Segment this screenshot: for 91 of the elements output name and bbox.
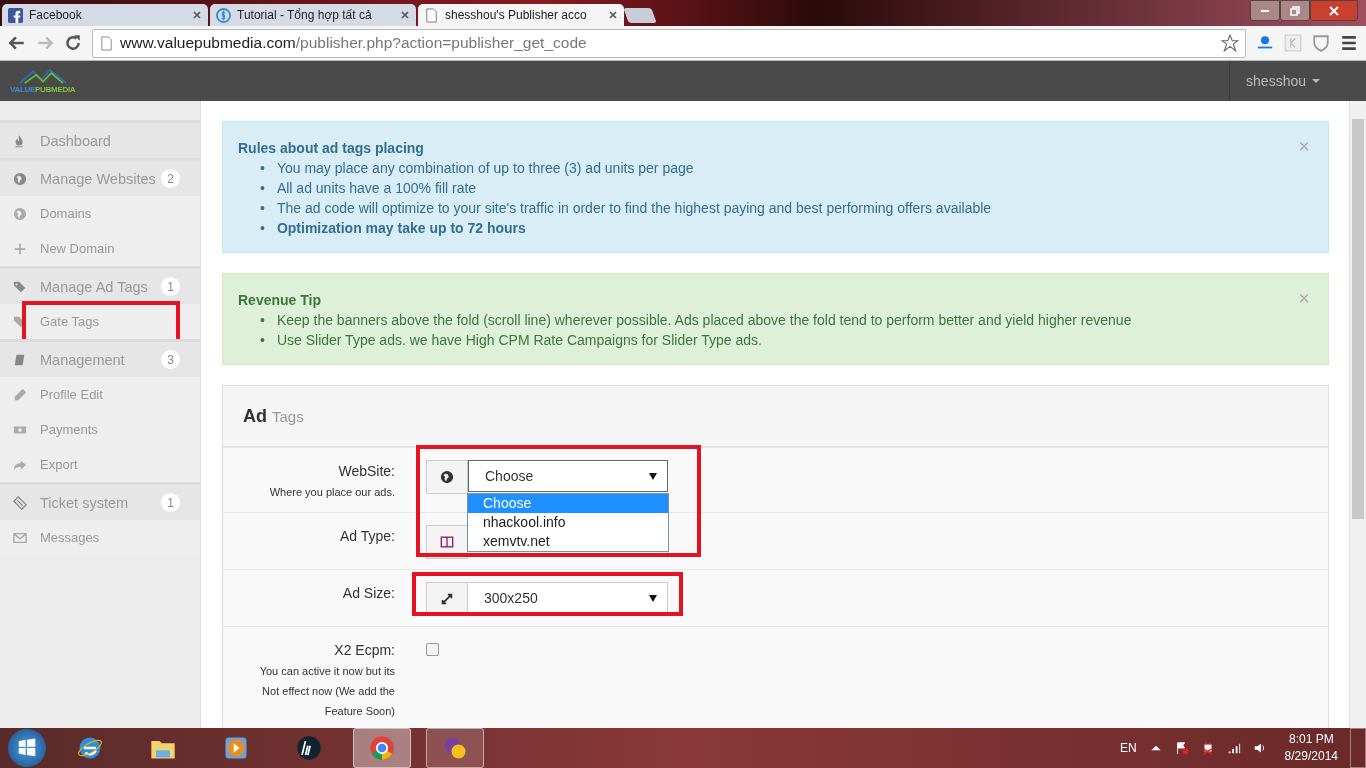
show-desktop-button[interactable]	[1350, 728, 1366, 768]
windows-logo-icon	[16, 737, 38, 759]
menu-icon[interactable]	[1340, 34, 1358, 52]
restore-button[interactable]	[1280, 0, 1310, 21]
minimize-icon	[1261, 9, 1269, 12]
checkbox[interactable]	[426, 643, 439, 656]
tab-title: Facebook	[29, 8, 83, 22]
alert-title: Rules about ad tags placing	[238, 139, 425, 158]
sidebar-item[interactable]: Dashboard	[0, 120, 200, 158]
close-button[interactable]: ×	[1298, 136, 1310, 156]
browser-tab[interactable]: shesshou's Publisher acco	[418, 4, 624, 26]
browser-tab[interactable]: Facebook	[2, 4, 208, 26]
field-label: WebSite:	[337, 462, 395, 481]
tab-title: shesshou's Publisher acco	[445, 8, 588, 22]
bullet: •	[260, 159, 265, 178]
language-indicator[interactable]: EN	[1119, 741, 1137, 755]
list-item: All ad units have a 100% fill rate	[276, 179, 477, 198]
close-icon	[1328, 4, 1340, 17]
star-icon[interactable]	[1221, 34, 1239, 52]
field-label: Ad Size:	[341, 584, 395, 603]
bullet: •	[260, 219, 265, 238]
bullet: •	[260, 199, 265, 218]
mountain-logo-icon	[17, 68, 68, 85]
sidebar-item[interactable]: Management 3	[0, 339, 200, 377]
field-hint: Where you place our ads.	[268, 485, 395, 500]
panel-title: Ad	[243, 405, 267, 427]
sidebar-item[interactable]: Manage Websites 2	[0, 158, 200, 196]
scrollbar[interactable]	[1349, 101, 1366, 728]
close-button[interactable]: ×	[1298, 288, 1310, 308]
count-badge: 1	[161, 277, 180, 296]
dropdown-option[interactable]: nhackool.info	[468, 513, 668, 532]
bullet: •	[260, 311, 265, 330]
list-item: The ad code will optimize to your site's traffic in order to find the highest paying and best performing offers available	[276, 199, 992, 218]
close-window-button[interactable]	[1310, 0, 1358, 21]
list-item: You may place any combination of up to three (3) ad units per page	[276, 159, 694, 178]
signal-bars-icon[interactable]	[1226, 741, 1241, 755]
list-item: Optimization may take up to 72 hours	[276, 219, 526, 238]
start-button[interactable]	[8, 729, 46, 767]
bullet: •	[260, 179, 265, 198]
count-badge: 2	[161, 169, 180, 188]
globe-icon	[440, 470, 454, 484]
caret-icon	[649, 594, 657, 602]
address-bar[interactable]: www.valuepubmedia.com/publisher.php?action=publisher_get_code	[92, 28, 1246, 58]
sidebar-item[interactable]: Manage Ad Tags 1	[0, 266, 200, 304]
globe-icon	[13, 206, 27, 221]
dropdown-option[interactable]: xemvtv.net	[468, 532, 668, 551]
new-tab-button[interactable]	[623, 8, 657, 23]
alert-title: Revenue Tip	[238, 291, 322, 310]
select-field[interactable]: 300x250	[468, 582, 668, 614]
flag-icon[interactable]	[1174, 741, 1189, 755]
page-icon	[99, 35, 114, 51]
close-icon[interactable]	[608, 10, 618, 20]
page-icon	[424, 7, 439, 23]
select-field[interactable]: Choose	[468, 460, 668, 492]
clock[interactable]: 8:01 PM 8/29/2014	[1284, 731, 1338, 765]
list-item: Use Slider Type ads. we have High CPM Rate Campaigns for Slider Type ads.	[276, 331, 762, 350]
plus-icon	[13, 241, 27, 256]
close-icon[interactable]	[400, 10, 410, 20]
tags-icon	[13, 279, 27, 294]
back-icon[interactable]	[8, 34, 26, 52]
count-badge: 3	[161, 350, 180, 369]
speaker-icon[interactable]	[1252, 741, 1267, 755]
minimize-button[interactable]	[1250, 0, 1280, 21]
field-hint: You can active it now but its Not effect now (We add the Feature Soon)	[258, 664, 395, 719]
globe-icon	[13, 171, 27, 186]
count-badge: 1	[161, 493, 180, 512]
resize-icon	[440, 592, 454, 606]
browser-tab[interactable]: Tutorial - Tổng hợp tất cả	[210, 4, 416, 26]
restore-icon	[1289, 4, 1301, 17]
dropdown-option[interactable]: Choose	[468, 494, 668, 513]
pencil-icon	[13, 387, 27, 402]
mail-icon	[13, 530, 27, 545]
list-item: Keep the banners above the fold (scroll line) wherever possible. Ads placed above the fold tend to perform better and yield higher revenue	[276, 311, 1132, 330]
caret-icon	[1312, 79, 1320, 83]
dollar-coin-icon	[216, 7, 231, 23]
logo[interactable]: VALUEPUBMEDIA	[10, 68, 76, 94]
field-label: Ad Type:	[339, 527, 395, 546]
tab-title: Tutorial - Tổng hợp tất cả	[237, 8, 373, 22]
chrome-browser-icon[interactable]	[353, 728, 411, 768]
field-label: X2 Ecpm:	[333, 641, 395, 660]
columns-icon	[440, 535, 454, 549]
close-icon[interactable]	[192, 10, 202, 20]
plug-icon[interactable]	[1200, 741, 1215, 755]
bullet: •	[260, 331, 265, 350]
reload-icon[interactable]	[64, 34, 82, 52]
sidebar-item[interactable]: Ticket system 1	[0, 482, 200, 520]
caret-icon	[649, 472, 657, 480]
shield-icon[interactable]	[1312, 34, 1330, 52]
panel-subtitle: Tags	[272, 407, 304, 425]
ticket-icon	[13, 495, 27, 510]
facebook-icon	[8, 7, 23, 23]
